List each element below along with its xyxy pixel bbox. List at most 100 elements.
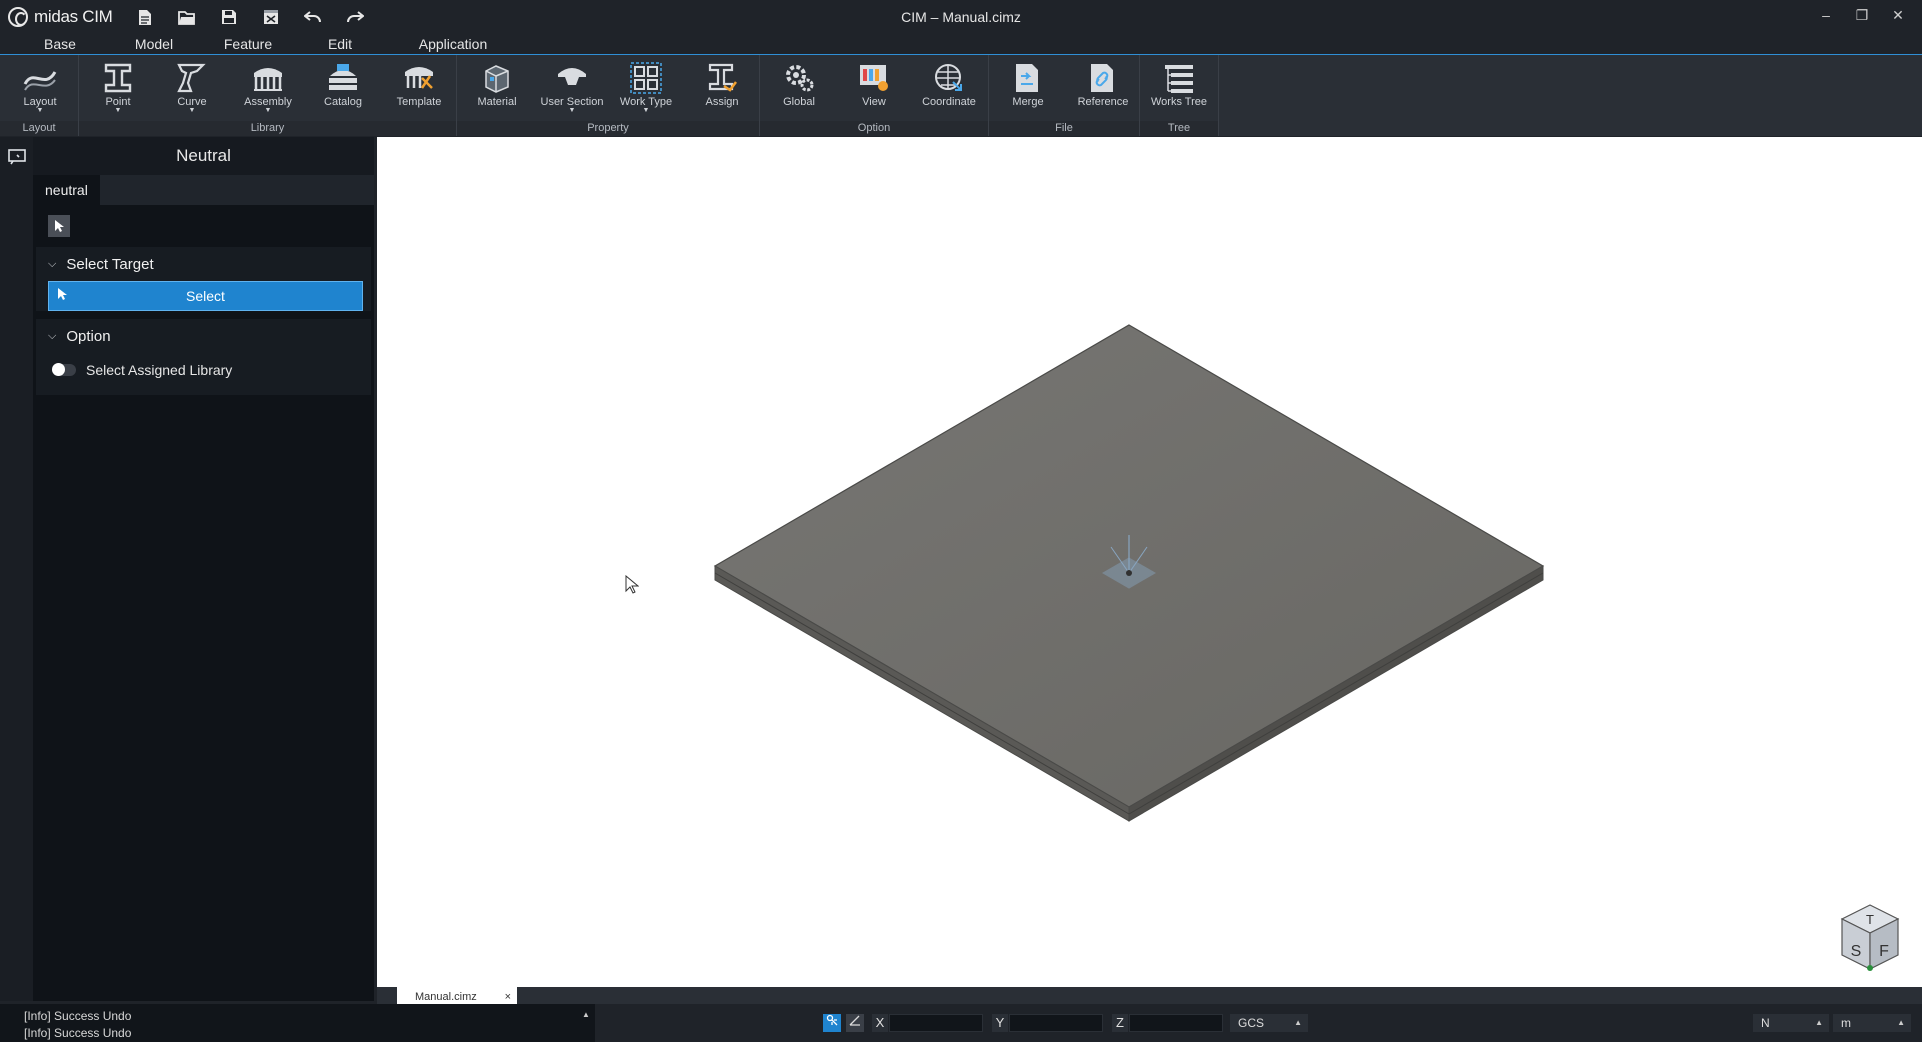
group-label-file: File xyxy=(989,121,1139,136)
reference-button[interactable]: Reference xyxy=(1069,60,1137,122)
view-button-label: View xyxy=(862,96,886,108)
reference-icon xyxy=(1085,62,1121,94)
y-coord-input[interactable] xyxy=(1009,1014,1103,1032)
user-section-button[interactable]: User Section ▼ xyxy=(537,60,607,122)
chevron-down-icon: ⌵ xyxy=(48,257,57,270)
3d-viewport[interactable] xyxy=(377,137,1922,987)
snap-icon xyxy=(826,1014,838,1026)
angle-icon xyxy=(849,1015,860,1026)
app-brand: midas CIM xyxy=(8,7,113,27)
works-tree-icon xyxy=(1161,62,1197,94)
properties-panel: Neutral neutral ⌵ Select Target Select ⌵… xyxy=(33,137,374,1001)
merge-button-label: Merge xyxy=(1012,96,1044,108)
chevron-down-icon: ▼ xyxy=(114,107,122,114)
catalog-icon xyxy=(325,62,361,94)
angle-toggle-button[interactable] xyxy=(846,1014,864,1032)
window-controls: – ❐ ✕ xyxy=(1808,0,1916,30)
tab-neutral[interactable]: neutral xyxy=(33,175,100,205)
select-target-header[interactable]: ⌵ Select Target xyxy=(36,247,371,281)
undo-icon[interactable] xyxy=(295,2,331,32)
y-coord-label: Y xyxy=(992,1014,1008,1032)
tab-application[interactable]: Application xyxy=(410,34,496,54)
group-label-option: Option xyxy=(760,121,988,136)
close-file-icon[interactable] xyxy=(253,2,289,32)
force-unit-select[interactable]: N ▲ xyxy=(1753,1014,1829,1032)
work-type-icon xyxy=(628,62,664,94)
cursor-icon xyxy=(57,287,67,304)
message-log-text: [Info] Success Undo [Info] Success Undo xyxy=(24,1008,131,1042)
global-button[interactable]: Global xyxy=(765,60,833,122)
chevron-down-icon: ▼ xyxy=(188,107,196,114)
curve-icon xyxy=(174,62,210,94)
panel-toggle-icon[interactable] xyxy=(8,149,26,168)
global-button-label: Global xyxy=(783,96,815,108)
group-label-library: Library xyxy=(79,121,456,136)
template-button-label: Template xyxy=(396,96,442,108)
select-target-title: Select Target xyxy=(66,255,154,273)
minimize-button[interactable]: – xyxy=(1808,0,1844,30)
navcube-front-label: F xyxy=(1879,943,1889,960)
open-folder-icon[interactable] xyxy=(169,2,205,32)
model-canvas xyxy=(713,324,1545,822)
save-icon[interactable] xyxy=(211,2,247,32)
document-tab-label: Manual.cimz xyxy=(415,991,477,1003)
chevron-up-icon: ▲ xyxy=(1897,1018,1905,1027)
group-label-layout: Layout xyxy=(0,121,78,136)
close-button[interactable]: ✕ xyxy=(1880,0,1916,30)
chevron-down-icon: ⌵ xyxy=(48,329,57,342)
z-coord-input[interactable] xyxy=(1129,1014,1223,1032)
works-tree-button-label: Works Tree xyxy=(1150,96,1208,108)
select-button-label: Select xyxy=(186,288,225,304)
restore-button[interactable]: ❐ xyxy=(1844,0,1880,30)
panel-tabs: neutral xyxy=(33,175,374,205)
navcube-side-label: S xyxy=(1851,943,1862,960)
redo-icon[interactable] xyxy=(337,2,373,32)
user-section-icon xyxy=(554,62,590,94)
view-icon xyxy=(856,62,892,94)
snap-toggle-button[interactable] xyxy=(823,1014,841,1032)
merge-button[interactable]: Merge xyxy=(994,60,1062,122)
select-button[interactable]: Select xyxy=(48,281,363,311)
tab-edit[interactable]: Edit xyxy=(320,34,360,54)
view-button[interactable]: View xyxy=(840,60,908,122)
view-navigation-cube[interactable]: T S F xyxy=(1838,903,1902,973)
panel-title: Neutral xyxy=(33,137,374,175)
option-header[interactable]: ⌵ Option xyxy=(36,319,371,353)
works-tree-button[interactable]: Works Tree xyxy=(1145,60,1213,122)
midas-logo-icon xyxy=(8,7,28,27)
chevron-down-icon: ▼ xyxy=(568,107,576,114)
mouse-cursor-icon xyxy=(625,574,640,598)
layout-button[interactable]: Layout ▼ xyxy=(6,60,74,122)
template-button[interactable]: Template xyxy=(385,60,453,122)
length-unit-select[interactable]: m ▲ xyxy=(1833,1014,1911,1032)
curve-button[interactable]: Curve ▼ xyxy=(158,60,226,122)
ribbon: Layout Library Property Option File Tree… xyxy=(0,55,1922,136)
x-coord-input[interactable] xyxy=(889,1014,983,1032)
coordinate-button[interactable]: Coordinate xyxy=(915,60,983,122)
template-icon xyxy=(401,62,437,94)
material-button[interactable]: Material xyxy=(463,60,531,122)
catalog-button[interactable]: Catalog xyxy=(309,60,377,122)
group-label-tree: Tree xyxy=(1140,121,1218,136)
tab-model[interactable]: Model xyxy=(128,34,180,54)
assign-button[interactable]: Assign xyxy=(688,60,756,122)
chevron-down-icon: ▼ xyxy=(642,107,650,114)
cursor-icon xyxy=(55,220,64,232)
log-expand-icon[interactable]: ▲ xyxy=(582,1010,590,1019)
global-icon xyxy=(781,62,817,94)
navcube-top-label: T xyxy=(1866,912,1874,927)
point-button[interactable]: Point ▼ xyxy=(84,60,152,122)
coordinate-system-select[interactable]: GCS ▲ xyxy=(1230,1014,1308,1032)
select-assigned-library-row: Select Assigned Library xyxy=(36,353,371,387)
tab-feature[interactable]: Feature xyxy=(218,34,278,54)
assign-icon xyxy=(704,62,740,94)
work-type-button[interactable]: Work Type ▼ xyxy=(612,60,680,122)
tab-base[interactable]: Base xyxy=(30,34,90,56)
assembly-button[interactable]: Assembly ▼ xyxy=(234,60,302,122)
pointer-tool-button[interactable] xyxy=(48,215,70,237)
select-assigned-library-toggle[interactable] xyxy=(52,363,76,376)
z-coord-label: Z xyxy=(1112,1014,1128,1032)
new-file-icon[interactable] xyxy=(127,2,163,32)
assembly-icon xyxy=(250,62,286,94)
material-button-label: Material xyxy=(477,96,517,108)
